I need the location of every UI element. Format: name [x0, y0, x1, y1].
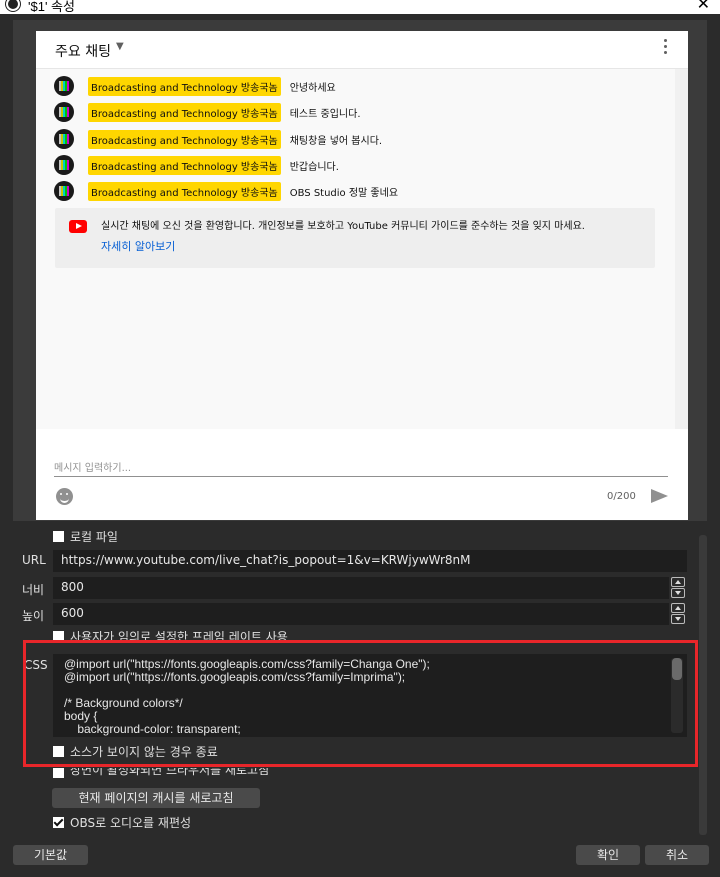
highlight-box: [23, 640, 698, 767]
message-text: 테스트 중입니다.: [289, 108, 361, 120]
chat-mode-title[interactable]: 주요 채팅: [55, 41, 111, 61]
chevron-down-icon[interactable]: [671, 588, 685, 598]
youtube-icon: [69, 220, 87, 233]
author-badge: Broadcasting and Technology 방송국놈: [88, 155, 281, 175]
height-input[interactable]: 600: [53, 603, 669, 625]
author-badge: Broadcasting and Technology 방송국놈: [88, 102, 281, 122]
width-label: 너비: [22, 583, 45, 597]
avatar: [54, 102, 74, 122]
welcome-banner: 실시간 채팅에 오신 것을 환영합니다. 개인정보를 보호하고 YouTube …: [55, 208, 655, 268]
chat-input-area: 메시지 입력하기... 0/200: [36, 429, 688, 520]
chat-input[interactable]: 메시지 입력하기...: [54, 459, 131, 474]
message-text: 반갑습니다.: [289, 161, 339, 173]
avatar: [54, 76, 74, 96]
refresh-cache-button[interactable]: 현재 페이지의 캐시를 새로고침: [52, 788, 260, 808]
obs-audio-checkbox[interactable]: OBS로 오디오를 재편성: [53, 814, 191, 830]
chevron-down-icon[interactable]: ▼: [116, 41, 124, 52]
message-text: 안녕하세요: [289, 82, 336, 94]
local-file-label: 로컬 파일: [70, 529, 118, 544]
url-input[interactable]: https://www.youtube.com/live_chat?is_pop…: [53, 550, 687, 572]
chat-preview: 주요 채팅 ▼ Broadcasting and Technology 방송국놈…: [36, 31, 688, 520]
height-stepper[interactable]: [671, 603, 687, 625]
author-badge: Broadcasting and Technology 방송국놈: [88, 181, 281, 201]
window-title: '$1' 속성: [28, 0, 75, 14]
author-badge: Broadcasting and Technology 방송국놈: [88, 76, 281, 96]
width-stepper[interactable]: [671, 577, 687, 599]
char-counter: 0/200: [607, 491, 636, 502]
properties-scrollbar[interactable]: [699, 535, 707, 835]
title-bar: '$1' 속성 ✕: [0, 0, 720, 14]
send-icon[interactable]: [651, 489, 668, 503]
local-file-checkbox[interactable]: 로컬 파일: [53, 528, 118, 544]
avatar: [54, 155, 74, 175]
message-text: 채팅창을 넣어 봅시다.: [289, 135, 383, 147]
chevron-down-icon[interactable]: [671, 614, 685, 624]
chat-header: 주요 채팅 ▼: [36, 31, 688, 69]
learn-more-link[interactable]: 자세히 알아보기: [101, 238, 175, 254]
checkbox-box[interactable]: [53, 816, 64, 828]
message-text: OBS Studio 정말 좋네요: [289, 187, 399, 199]
chat-message: Broadcasting and Technology 방송국놈 채팅창을 넣어…: [54, 128, 382, 150]
ok-button[interactable]: 확인: [576, 845, 640, 865]
chevron-up-icon[interactable]: [671, 577, 685, 587]
close-icon[interactable]: ✕: [697, 0, 710, 13]
input-underline: [54, 476, 668, 477]
defaults-button[interactable]: 기본값: [13, 845, 88, 865]
height-label: 높이: [22, 609, 45, 623]
width-input[interactable]: 800: [53, 577, 669, 599]
chat-message: Broadcasting and Technology 방송국놈 안녕하세요: [54, 75, 336, 97]
author-badge: Broadcasting and Technology 방송국놈: [88, 129, 281, 149]
refresh-active-checkbox[interactable]: 장면이 활성화되면 브라우저를 새로고침: [53, 768, 269, 778]
more-vert-icon[interactable]: [664, 39, 668, 57]
refresh-active-label: 장면이 활성화되면 브라우저를 새로고침: [70, 768, 270, 777]
checkbox-box[interactable]: [53, 530, 64, 542]
obs-audio-label: OBS로 오디오를 재편성: [70, 815, 192, 830]
welcome-text: 실시간 채팅에 오신 것을 환영합니다. 개인정보를 보호하고 YouTube …: [101, 221, 585, 232]
obs-icon: [6, 0, 20, 11]
emoji-icon[interactable]: [56, 488, 73, 505]
chat-message: Broadcasting and Technology 방송국놈 반갑습니다.: [54, 154, 339, 176]
url-label: URL: [22, 553, 46, 567]
checkbox-box[interactable]: [53, 768, 64, 778]
avatar: [54, 129, 74, 149]
chat-message: Broadcasting and Technology 방송국놈 OBS Stu…: [54, 180, 398, 202]
avatar: [54, 181, 74, 201]
chevron-up-icon[interactable]: [671, 603, 685, 613]
chat-scrollbar[interactable]: [675, 69, 688, 430]
chat-message: Broadcasting and Technology 방송국놈 테스트 중입니…: [54, 101, 361, 123]
cancel-button[interactable]: 취소: [645, 845, 709, 865]
